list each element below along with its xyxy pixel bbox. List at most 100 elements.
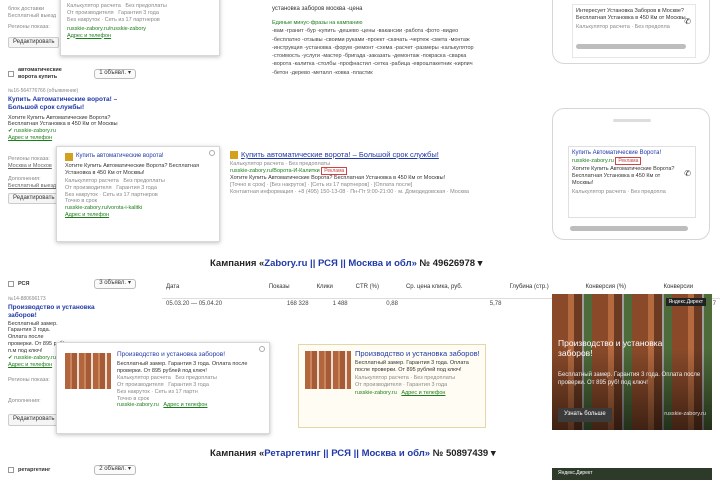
popup3-address[interactable]: Адрес и телефон	[163, 402, 207, 408]
popup2-title[interactable]: Купить автоматические ворота!	[76, 153, 164, 161]
popup-guarantee[interactable]: Гарантия 3 года	[118, 10, 159, 16]
popup3-title[interactable]: Производство и установка заборов!	[117, 351, 263, 359]
ad3-site[interactable]: russkie-zabory.ru	[355, 390, 397, 396]
chevron-down-icon[interactable]: ▾	[478, 258, 483, 269]
serp-links[interactable]: [Точно в срок] · [Без накруток] · [Сеть …	[230, 182, 490, 189]
popup-fence: Производство и установка заборов! Беспла…	[56, 342, 270, 434]
serp-contacts[interactable]: Контактная информация · +8 (495) 150-13-…	[230, 189, 490, 196]
ad3-body: Бесплатный замер. Гарантия 3 года. Оплат…	[355, 360, 469, 374]
phone-icon[interactable]: ✆	[684, 169, 691, 179]
column-header[interactable]: Клики	[312, 278, 352, 299]
top-right-ad-calc[interactable]: Калькулятор расчета	[576, 24, 630, 30]
banner-site[interactable]: russkie-zabory.ru	[664, 411, 706, 418]
table-cell: 168 328	[286, 300, 309, 307]
popup3-maker[interactable]: От производителя	[117, 382, 164, 388]
scrollbar[interactable]	[576, 44, 686, 49]
column-header[interactable]: Показы	[264, 278, 313, 299]
popup-site[interactable]: russkie-zabory.ru/russkie-zabory	[67, 26, 213, 33]
serp-url[interactable]: russkie-zabory.ru/Ворота-И-Калитки	[230, 168, 320, 174]
ads-count-badge[interactable]: 2 объявл. ▾	[94, 465, 136, 475]
column-header[interactable]: Дата	[162, 278, 265, 299]
keywords-sub[interactable]: Единые минус-фразы на кампанию	[272, 20, 482, 27]
edit-button[interactable]: Редактировать	[8, 36, 60, 49]
close-icon[interactable]	[209, 150, 215, 156]
card-retargeting: ретаргетинг 2 объявл. ▾	[8, 464, 136, 480]
popup3-ask[interactable]: Точно в срок	[117, 396, 263, 403]
popup2-net[interactable]: Сеть из 17 партнеров	[103, 192, 158, 198]
serp-title[interactable]: Купить автоматические ворота! – Большой …	[241, 150, 439, 159]
popup2-address[interactable]: Адрес и телефон	[65, 212, 211, 219]
serp-ad-badge: Реклама	[321, 167, 348, 176]
phone-ad-url[interactable]: russkie-zabory.ru	[572, 158, 614, 164]
chevron-down-icon: ▾	[127, 280, 131, 287]
checkbox[interactable]	[8, 281, 14, 287]
scrollbar[interactable]	[570, 226, 688, 231]
ad-address[interactable]: Адрес и телефон	[8, 135, 136, 142]
ads-count-badge[interactable]: 1 объявл. ▾	[94, 69, 136, 79]
popup2-nopay[interactable]: Без предоплаты	[123, 178, 164, 184]
campaign-name[interactable]: Ретаргетинг || РСЯ || Москва и обл»	[264, 448, 430, 459]
popup2-guarantee[interactable]: Гарантия 3 года	[116, 185, 157, 191]
phone-speaker	[613, 119, 651, 122]
ad-title[interactable]: Производство и установка заборов!	[8, 304, 108, 320]
popup-calc[interactable]: Калькулятор расчета	[67, 3, 121, 9]
ads-count: 1 объявл.	[99, 70, 126, 77]
banner-retargeting[interactable]: Яндекс.Директ	[552, 468, 712, 480]
ad3-title[interactable]: Производство и установка заборов!	[355, 349, 481, 358]
edit-button[interactable]: Редактировать	[8, 414, 60, 426]
campaign-prefix: Кампания «	[210, 448, 265, 459]
popup-nopay[interactable]: Без предоплаты	[125, 3, 166, 9]
ad3-nopay[interactable]: Без предоплаты	[414, 375, 455, 381]
banner-fence[interactable]: Яндекс.Директ Производство и установка з…	[552, 294, 712, 430]
banner-cta[interactable]: Узнать больше	[558, 408, 612, 422]
ad3-maker[interactable]: От производителя	[355, 382, 402, 388]
popup-address[interactable]: Адрес и телефон	[67, 33, 213, 40]
banner2-brand: Яндекс.Директ	[558, 470, 593, 476]
chevron-down-icon[interactable]: ▾	[491, 448, 496, 459]
popup2-maker[interactable]: От производителя	[65, 185, 112, 191]
popup-maker[interactable]: От производителя	[67, 10, 114, 16]
column-header[interactable]: CTR (%)	[351, 278, 402, 299]
phone-ad-nopay[interactable]: Без предопла	[631, 189, 666, 195]
popup3-install[interactable]: Без накруток	[117, 389, 150, 395]
top-right-ad-nopay[interactable]: Без предопла	[635, 24, 670, 30]
phone-icon[interactable]: ✆	[684, 17, 691, 27]
popup3-calc[interactable]: Калькулятор расчета	[117, 375, 171, 381]
campaign-number: № 49626978	[419, 258, 476, 269]
column-header[interactable]: Ср. цена клика, руб.	[401, 278, 506, 299]
edit-button[interactable]: Редактировать	[8, 192, 60, 204]
popup2-ask[interactable]: Точно в срок	[65, 198, 211, 205]
popup3-nopay[interactable]: Без предоплаты	[175, 375, 216, 381]
chevron-down-icon: ▾	[127, 466, 131, 473]
keywords-text: -вам -гранит -бур -купить -дешево -цены …	[272, 28, 474, 76]
phone-ad-calc[interactable]: Калькулятор расчета	[572, 189, 626, 195]
ad-id: №14-880696173	[8, 296, 46, 302]
ad3-address[interactable]: Адрес и телефон	[401, 390, 445, 396]
popup-install[interactable]: Без накруток	[67, 17, 100, 23]
fence-thumbnail	[305, 351, 351, 389]
serp-calc[interactable]: Калькулятор расчета	[230, 161, 284, 167]
popup2-install[interactable]: Без накруток	[65, 192, 98, 198]
group-name: РСЯ	[18, 280, 30, 287]
pin-icon: ✔	[8, 128, 13, 135]
checkbox[interactable]	[8, 71, 14, 77]
popup2-body: Хотите Купить Автоматические Ворота? Бес…	[65, 163, 200, 176]
popup2-site[interactable]: russkie-zabory.ru/vorota-i-kalitki	[65, 205, 211, 212]
popup3-site[interactable]: russkie-zabory.ru	[117, 402, 159, 408]
ad-fence-block: Производство и установка заборов! Беспла…	[298, 344, 486, 428]
top-right-ad-lines: Интересует Установка Заборов в Москве? Б…	[576, 8, 686, 21]
ad-site[interactable]: russkie-zabory.ru	[14, 128, 56, 134]
popup3-net[interactable]: Сеть из 17 партн	[155, 389, 198, 395]
ads-count-badge[interactable]: 3 объявл. ▾	[94, 279, 136, 289]
ad3-guarantee[interactable]: Гарантия 3 года	[407, 382, 448, 388]
ad-title[interactable]: Купить Автоматические ворота! – Большой …	[8, 96, 136, 112]
popup-links[interactable]: Сеть из 17 партнеров	[105, 17, 160, 23]
popup2-calc[interactable]: Калькулятор расчета	[65, 178, 119, 184]
campaign-name[interactable]: Zabory.ru || РСЯ || Москва и обл»	[264, 258, 417, 269]
ad-id: №16-564776766 (объявление)	[8, 88, 79, 94]
serp-body: Хотите Купить Автоматические Ворота? Бес…	[230, 175, 446, 182]
checkbox[interactable]	[8, 467, 14, 473]
popup3-guarantee[interactable]: Гарантия 3 года	[168, 382, 209, 388]
ad3-calc[interactable]: Калькулятор расчета	[355, 375, 409, 381]
ad-site[interactable]: russkie-zabory.ru	[14, 355, 56, 361]
